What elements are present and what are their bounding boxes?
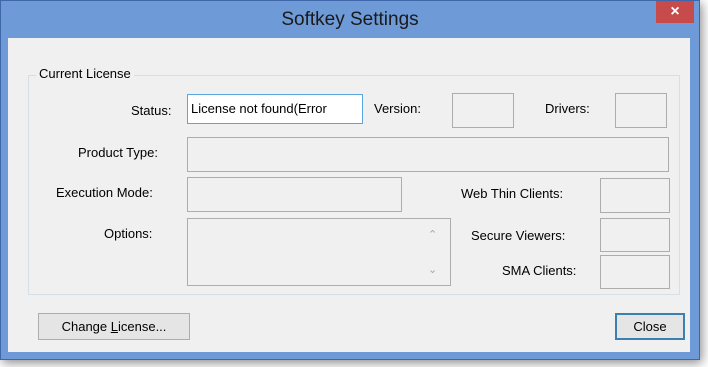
title-bar[interactable]: Softkey Settings × [1,1,699,39]
product-type-label: Product Type: [78,145,158,160]
options-listbox[interactable] [187,218,451,286]
close-button[interactable]: Close [615,313,685,340]
current-license-group-label: Current License [36,66,134,81]
execution-mode-field[interactable] [187,177,402,212]
close-window-icon[interactable]: × [656,1,694,23]
status-field[interactable]: License not found(Error [187,94,363,124]
scroll-down-icon[interactable]: ⌄ [428,264,437,276]
version-label: Version: [374,101,421,116]
version-field[interactable] [452,93,514,128]
drivers-label: Drivers: [545,101,590,116]
product-type-field[interactable] [187,137,669,172]
execution-mode-label: Execution Mode: [56,185,153,200]
sma-clients-label: SMA Clients: [502,263,577,278]
window-title: Softkey Settings [281,9,419,30]
options-label: Options: [104,226,153,241]
change-license-mnemonic: L [110,319,118,334]
scroll-up-icon[interactable]: ⌃ [428,229,437,241]
change-license-label-end: icense... [117,319,167,334]
web-thin-clients-label: Web Thin Clients: [461,186,564,201]
status-label: Status: [131,103,172,118]
secure-viewers-label: Secure Viewers: [471,228,566,243]
drivers-field[interactable] [615,93,667,128]
change-license-label-start: Change [61,319,111,334]
sma-clients-field[interactable] [600,255,670,289]
secure-viewers-field[interactable] [600,218,670,252]
change-license-button[interactable]: Change License... [38,313,190,340]
web-thin-clients-field[interactable] [600,178,670,213]
